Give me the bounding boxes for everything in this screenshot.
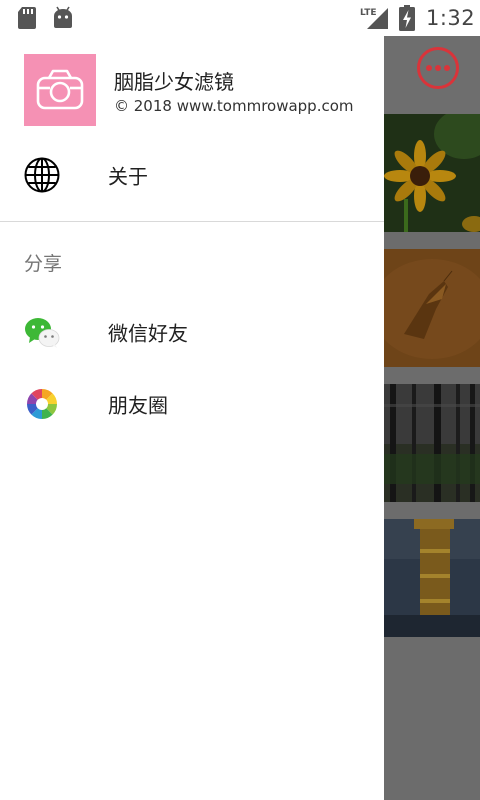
menu-item-wechat-friends[interactable]: 微信好友	[0, 301, 384, 363]
battery-charging-icon	[399, 5, 415, 31]
menu-item-moments-label: 朋友圈	[108, 393, 168, 418]
menu-item-moments[interactable]: 朋友圈	[0, 373, 384, 435]
moments-icon	[27, 389, 57, 419]
sd-card-icon	[18, 7, 36, 29]
share-section-title: 分享	[24, 253, 63, 275]
photo-thumbnail-moth[interactable]	[384, 249, 480, 367]
camera-icon	[36, 69, 84, 110]
status-clock: 1:32	[426, 6, 476, 30]
navigation-drawer: 胭脂少女滤镜 © 2018 www.tommrowapp.com 关于 分享 微…	[0, 36, 384, 800]
photo-thumbnail-pagoda[interactable]	[384, 519, 480, 637]
android-icon	[54, 6, 72, 28]
screen: LTE 1:32 胭脂少女滤镜 © 2018 www.tommrowapp.co…	[0, 0, 480, 800]
menu-item-wechat-friends-label: 微信好友	[108, 321, 188, 346]
app-copyright: © 2018 www.tommrowapp.com	[114, 97, 354, 115]
wechat-icon	[25, 318, 60, 348]
photo-thumbnail-flower[interactable]	[384, 114, 480, 232]
lte-signal-icon: LTE	[360, 8, 388, 29]
photo-thumbnail-forest[interactable]	[384, 384, 480, 502]
menu-item-about[interactable]: 关于	[0, 144, 384, 206]
more-options-button[interactable]	[416, 46, 460, 90]
drawer-header: 胭脂少女滤镜 © 2018 www.tommrowapp.com	[0, 36, 384, 136]
globe-icon	[24, 157, 60, 193]
status-bar: LTE 1:32	[0, 0, 480, 36]
app-logo	[24, 54, 96, 126]
app-name: 胭脂少女滤镜	[114, 70, 234, 94]
menu-item-about-label: 关于	[108, 164, 148, 189]
svg-text:LTE: LTE	[360, 8, 377, 18]
drawer-divider	[0, 221, 384, 222]
